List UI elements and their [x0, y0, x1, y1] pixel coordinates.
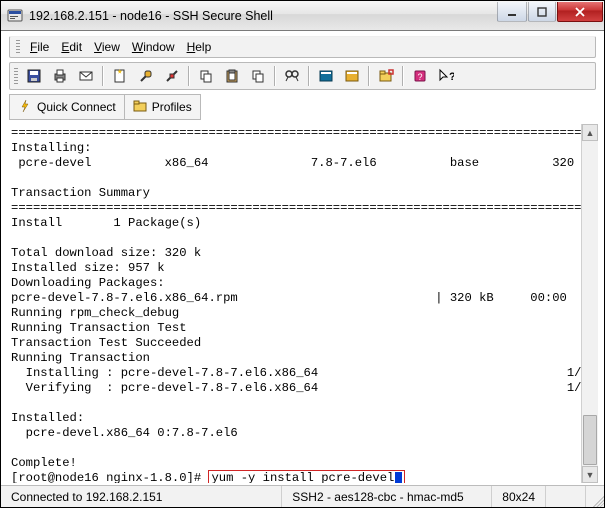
svg-text:?: ? [417, 72, 422, 82]
toolbar-separator [102, 66, 104, 86]
minimize-button[interactable] [497, 2, 527, 22]
status-blank [546, 486, 586, 507]
toolbar-disconnect-button[interactable] [160, 65, 184, 87]
toolbar-terminal-button[interactable] [314, 65, 338, 87]
scroll-track[interactable] [582, 141, 598, 466]
toolbar-paste-button[interactable] [220, 65, 244, 87]
lightning-icon [18, 99, 32, 116]
toolbar-find-button[interactable] [280, 65, 304, 87]
tab-bar: Quick Connect Profiles [9, 94, 596, 120]
status-cipher: SSH2 - aes128-cbc - hmac-md5 [282, 486, 492, 507]
app-icon [7, 8, 23, 24]
svg-text:?: ? [449, 71, 454, 83]
status-connection: Connected to 192.168.2.151 [1, 486, 282, 507]
menu-window[interactable]: Window [126, 38, 181, 56]
toolbar-help-book-button[interactable]: ? [408, 65, 432, 87]
toolbar-connect-button[interactable] [134, 65, 158, 87]
window-title: 192.168.2.151 - node16 - SSH Secure Shel… [29, 9, 497, 23]
status-bar: Connected to 192.168.2.151 SSH2 - aes128… [1, 485, 604, 507]
toolbar-new-button[interactable] [108, 65, 132, 87]
resize-grip[interactable] [586, 486, 604, 507]
profiles-label: Profiles [152, 100, 192, 114]
status-term-size: 80x24 [492, 486, 546, 507]
toolbar-save-button[interactable] [22, 65, 46, 87]
toolbar-mail-button[interactable] [74, 65, 98, 87]
toolbar-cut-button[interactable] [246, 65, 270, 87]
cursor [395, 472, 402, 483]
quick-connect-label: Quick Connect [37, 100, 116, 114]
menu-help[interactable]: Help [181, 38, 218, 56]
toolbar-ftp-button[interactable] [340, 65, 364, 87]
toolbar-whats-this-button[interactable]: ? [434, 65, 458, 87]
toolbar-separator [274, 66, 276, 86]
scroll-thumb[interactable] [583, 415, 597, 465]
scroll-up-icon[interactable]: ▲ [582, 124, 598, 141]
title-bar: 192.168.2.151 - node16 - SSH Secure Shel… [1, 1, 604, 31]
terminal-output[interactable]: ========================================… [9, 124, 581, 483]
toolbar: ? ? [9, 62, 596, 90]
vertical-scrollbar[interactable]: ▲ ▼ [581, 124, 598, 483]
terminal-area: ========================================… [9, 124, 598, 483]
toolbar-separator [402, 66, 404, 86]
toolbar-separator [188, 66, 190, 86]
toolbar-copy-button[interactable] [194, 65, 218, 87]
scroll-down-icon[interactable]: ▼ [582, 466, 598, 483]
toolbar-separator [368, 66, 370, 86]
maximize-button[interactable] [528, 2, 556, 22]
toolbar-separator [308, 66, 310, 86]
window-buttons [497, 1, 604, 30]
entered-command: yum -y install pcre-devel [208, 470, 405, 483]
folder-icon [133, 99, 147, 116]
close-button[interactable] [557, 2, 603, 22]
menu-file[interactable]: File [24, 38, 55, 56]
profiles-tab[interactable]: Profiles [124, 94, 201, 120]
menu-edit[interactable]: Edit [55, 38, 88, 56]
menubar-grip [16, 40, 20, 54]
toolbar-folders-button[interactable] [374, 65, 398, 87]
menu-bar: File Edit View Window Help [9, 36, 596, 58]
toolbar-print-button[interactable] [48, 65, 72, 87]
toolbar-grip [14, 68, 18, 84]
menu-view[interactable]: View [88, 38, 126, 56]
quick-connect-tab[interactable]: Quick Connect [9, 94, 124, 120]
